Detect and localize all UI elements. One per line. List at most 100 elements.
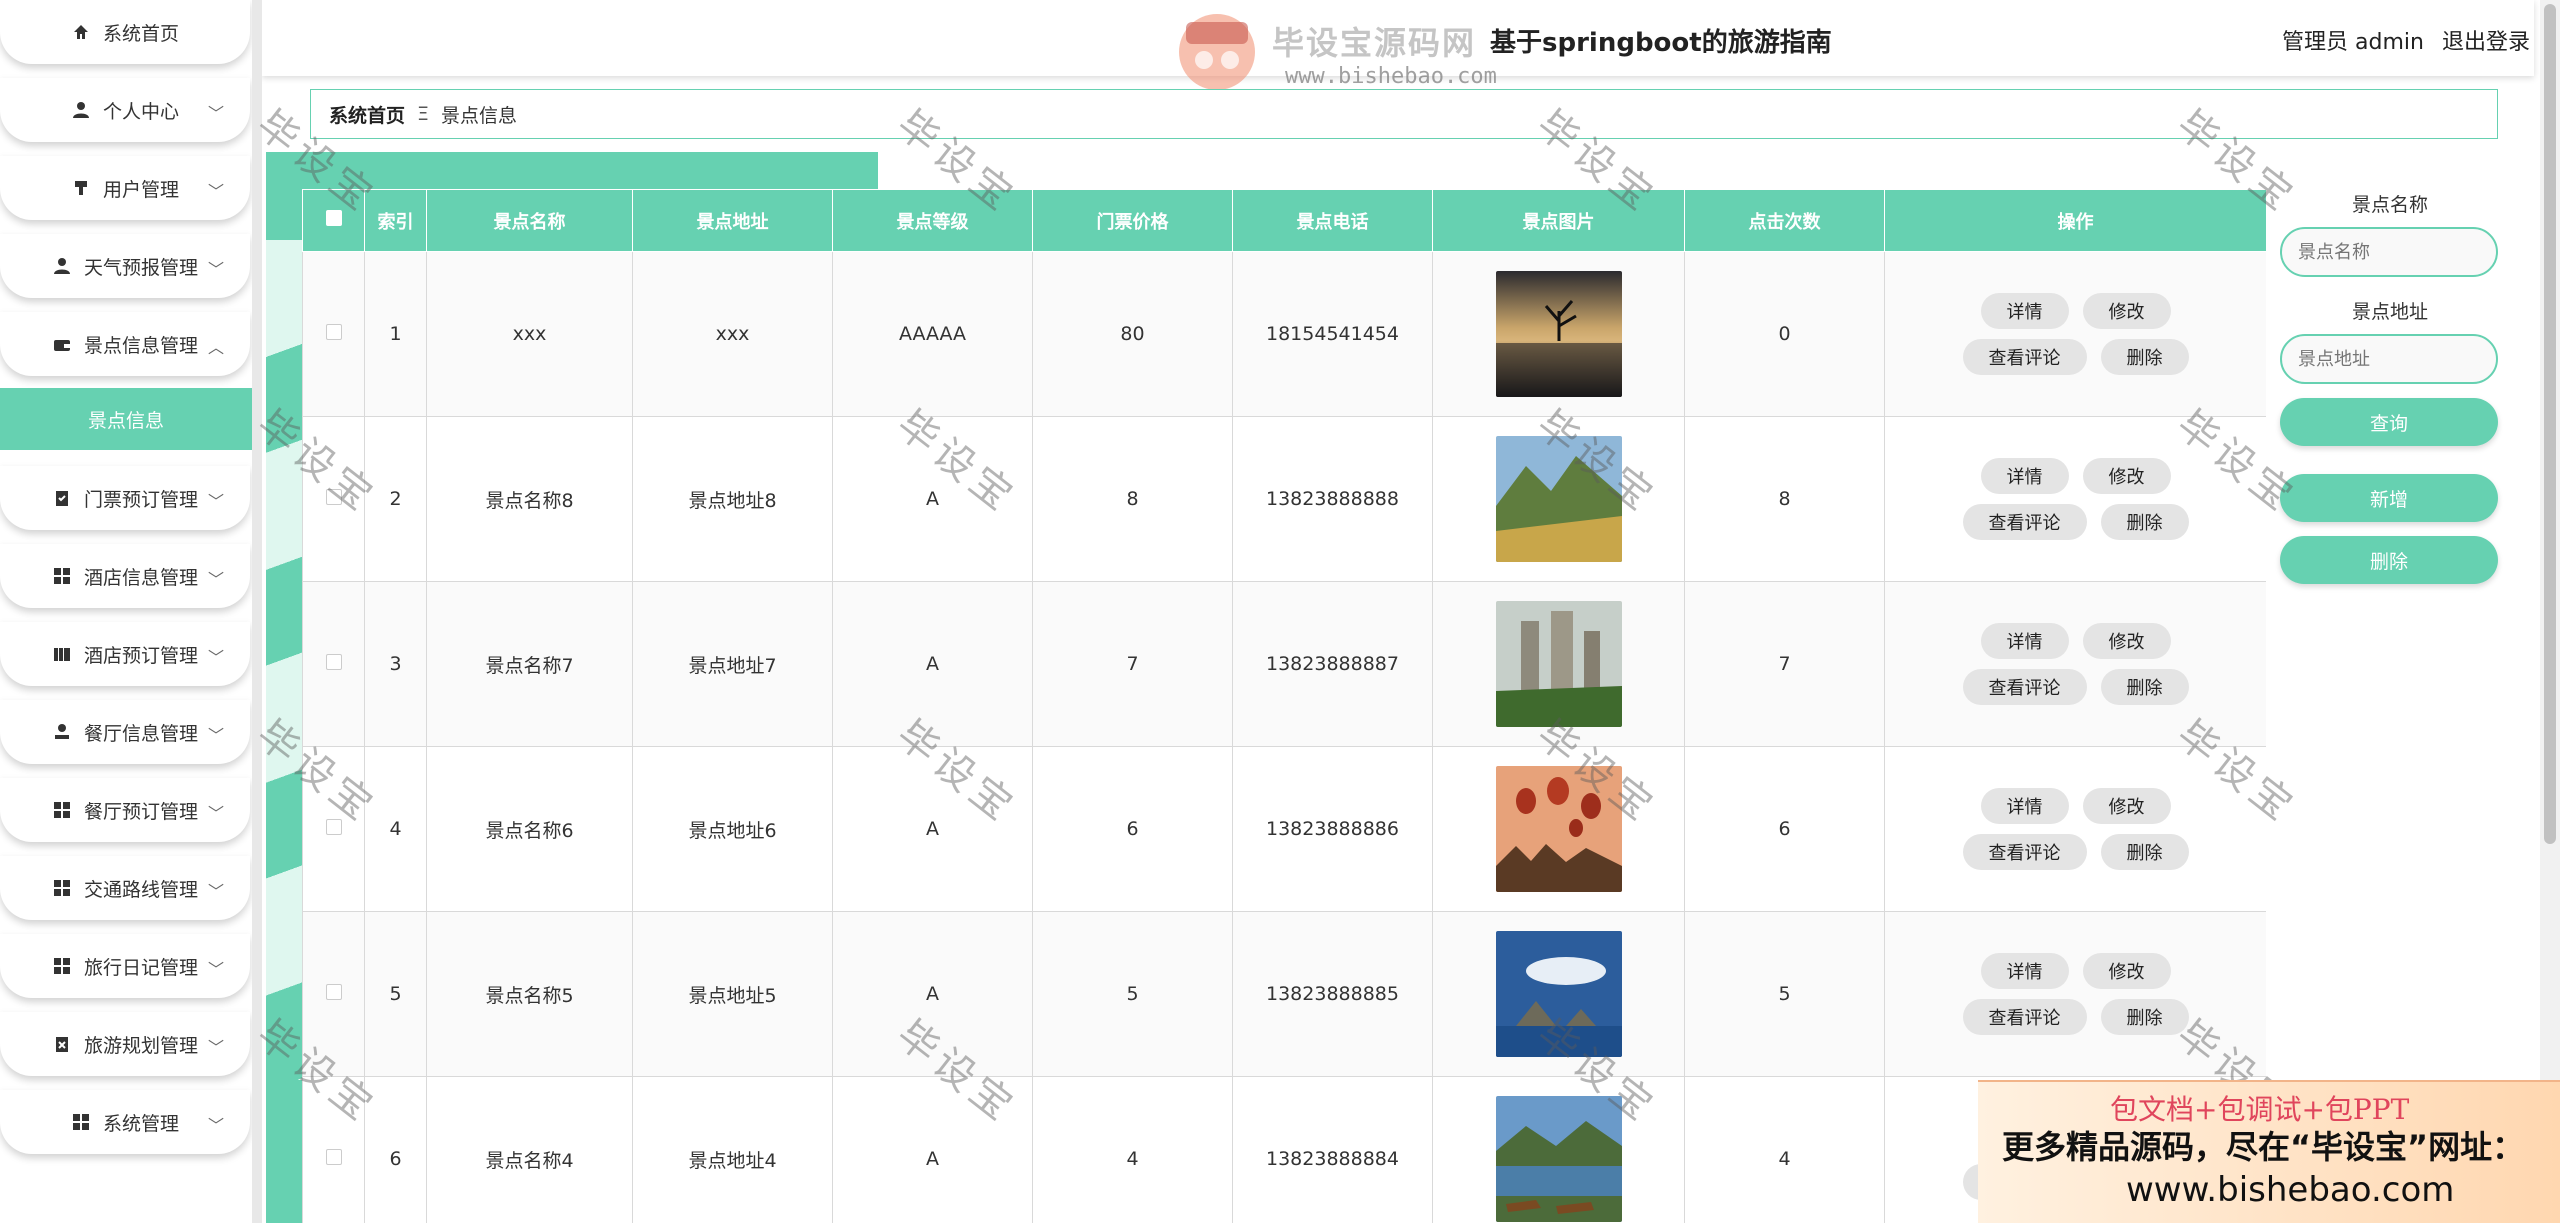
level-cell: A <box>832 746 1033 912</box>
breadcrumb-home[interactable]: 系统首页 <box>329 101 405 128</box>
sidebar-subitem-scenic-info[interactable]: 景点信息 <box>0 388 252 450</box>
row-checkbox[interactable] <box>325 324 342 340</box>
column-header: 点击次数 <box>1684 189 1885 252</box>
image-cell <box>1432 581 1685 747</box>
person-icon <box>52 722 72 742</box>
detail-button[interactable]: 详情 <box>1980 458 2069 494</box>
sidebar-item-routes[interactable]: 交通路线管理 ﹀ <box>0 856 250 920</box>
chevron-down-icon: ﹀ <box>207 960 224 979</box>
scenic-image-thumbnail <box>1495 271 1622 397</box>
home-icon <box>71 22 91 42</box>
sidebar-item-profile[interactable]: 个人中心 ﹀ <box>0 78 250 142</box>
column-header: 索引 <box>364 189 427 252</box>
edit-button[interactable]: 修改 <box>2082 293 2171 329</box>
grid-icon <box>52 956 72 976</box>
delete-button[interactable]: 删除 <box>2100 999 2189 1035</box>
edit-button[interactable]: 修改 <box>2082 623 2171 659</box>
batch-delete-button[interactable]: 删除 <box>2280 536 2498 584</box>
add-button[interactable]: 新增 <box>2280 474 2498 522</box>
edit-button[interactable]: 修改 <box>2082 458 2171 494</box>
clicks-cell: 7 <box>1684 581 1885 747</box>
logo-icon <box>1179 14 1255 90</box>
scrollbar-thumb[interactable] <box>2544 4 2556 844</box>
level-cell: A <box>832 416 1033 582</box>
chevron-down-icon: ﹀ <box>207 804 224 823</box>
sidebar-item-restaurants[interactable]: 餐厅信息管理 ﹀ <box>0 700 250 764</box>
sidebar: 系统首页 个人中心 ﹀ 用户管理 ﹀ 天气预报管理 ﹀ 景点信息管理 ︿ 景点信… <box>0 0 252 1223</box>
row-checkbox[interactable] <box>325 819 342 835</box>
grid-icon <box>52 878 72 898</box>
clicks-cell: 0 <box>1684 251 1885 417</box>
promo-line-3: www.bishebao.com <box>2126 1170 2455 1210</box>
chevron-down-icon: ﹀ <box>207 182 224 201</box>
phone-cell: 13823888887 <box>1232 581 1433 747</box>
index-cell: 1 <box>364 251 427 417</box>
sidebar-item-system[interactable]: 系统管理 ﹀ <box>0 1090 250 1154</box>
sidebar-item-hotel-booking[interactable]: 酒店预订管理 ﹀ <box>0 622 250 686</box>
row-checkbox[interactable] <box>325 984 342 1000</box>
page-scrollbar[interactable] <box>2540 0 2560 1223</box>
image-cell <box>1432 1076 1685 1223</box>
delete-button[interactable]: 删除 <box>2100 669 2189 705</box>
comments-button[interactable]: 查看评论 <box>1962 669 2087 705</box>
index-cell: 2 <box>364 416 427 582</box>
sidebar-item-scenic[interactable]: 景点信息管理 ︿ <box>0 312 250 376</box>
clicks-cell: 8 <box>1684 416 1885 582</box>
sidebar-item-diaries[interactable]: 旅行日记管理 ﹀ <box>0 934 250 998</box>
sidebar-item-label: 交通路线管理 <box>83 878 198 901</box>
sidebar-item-label: 餐厅预订管理 <box>83 800 198 823</box>
address-search-input[interactable] <box>2280 334 2498 384</box>
sidebar-item-hotels[interactable]: 酒店信息管理 ﹀ <box>0 544 250 608</box>
detail-button[interactable]: 详情 <box>1980 953 2069 989</box>
detail-button[interactable]: 详情 <box>1980 623 2069 659</box>
sidebar-item-label: 系统管理 <box>102 1112 179 1135</box>
detail-button[interactable]: 详情 <box>1980 788 2069 824</box>
price-cell: 6 <box>1032 746 1233 912</box>
row-checkbox[interactable] <box>325 654 342 670</box>
scenic-image-thumbnail <box>1495 931 1622 1057</box>
column-header: 景点地址 <box>632 189 833 252</box>
row-checkbox[interactable] <box>325 489 342 505</box>
detail-button[interactable]: 详情 <box>1980 293 2069 329</box>
scenic-image-thumbnail <box>1495 601 1622 727</box>
query-button[interactable]: 查询 <box>2280 398 2498 446</box>
comments-button[interactable]: 查看评论 <box>1962 339 2087 375</box>
comments-button[interactable]: 查看评论 <box>1962 999 2087 1035</box>
edit-button[interactable]: 修改 <box>2082 788 2171 824</box>
level-cell: A <box>832 911 1033 1077</box>
phone-cell: 13823888888 <box>1232 416 1433 582</box>
sidebar-item-label: 旅行日记管理 <box>83 956 198 979</box>
price-cell: 8 <box>1032 416 1233 582</box>
sidebar-item-label: 旅游规划管理 <box>83 1034 198 1057</box>
user-icon <box>52 256 72 276</box>
sidebar-item-planning[interactable]: 旅游规划管理 ﹀ <box>0 1012 250 1076</box>
row-checkbox[interactable] <box>325 1149 342 1165</box>
chevron-up-icon: ︿ <box>207 338 224 357</box>
name-search-input[interactable] <box>2280 227 2498 277</box>
logout-link[interactable]: 退出登录 <box>2442 30 2530 55</box>
column-header: 景点名称 <box>426 189 633 252</box>
row-select-cell <box>302 581 365 747</box>
promo-banner[interactable]: 包文档+包调试+包PPT 更多精品源码，尽在“毕设宝”网址： www.bishe… <box>1978 1080 2560 1223</box>
users-icon <box>71 178 91 198</box>
actions-cell: 详情修改 查看评论删除 <box>1884 416 2266 582</box>
sidebar-item-restaurant-booking[interactable]: 餐厅预订管理 ﹀ <box>0 778 250 842</box>
name-cell: 景点名称4 <box>426 1076 633 1223</box>
chevron-down-icon: ﹀ <box>207 104 224 123</box>
image-cell <box>1432 746 1685 912</box>
comments-button[interactable]: 查看评论 <box>1962 834 2087 870</box>
logo-url: www.bishebao.com <box>1285 64 1497 89</box>
comments-button[interactable]: 查看评论 <box>1962 504 2087 540</box>
sidebar-item-home[interactable]: 系统首页 <box>0 0 250 64</box>
delete-button[interactable]: 删除 <box>2100 504 2189 540</box>
delete-button[interactable]: 删除 <box>2100 339 2189 375</box>
row-select-cell <box>302 746 365 912</box>
sidebar-item-weather[interactable]: 天气预报管理 ﹀ <box>0 234 250 298</box>
chevron-down-icon: ﹀ <box>207 726 224 745</box>
delete-button[interactable]: 删除 <box>2100 834 2189 870</box>
sidebar-item-label: 酒店预订管理 <box>83 644 198 667</box>
edit-button[interactable]: 修改 <box>2082 953 2171 989</box>
sidebar-item-tickets[interactable]: 门票预订管理 ﹀ <box>0 466 250 530</box>
select-all-checkbox[interactable] <box>325 210 342 226</box>
sidebar-item-users[interactable]: 用户管理 ﹀ <box>0 156 250 220</box>
